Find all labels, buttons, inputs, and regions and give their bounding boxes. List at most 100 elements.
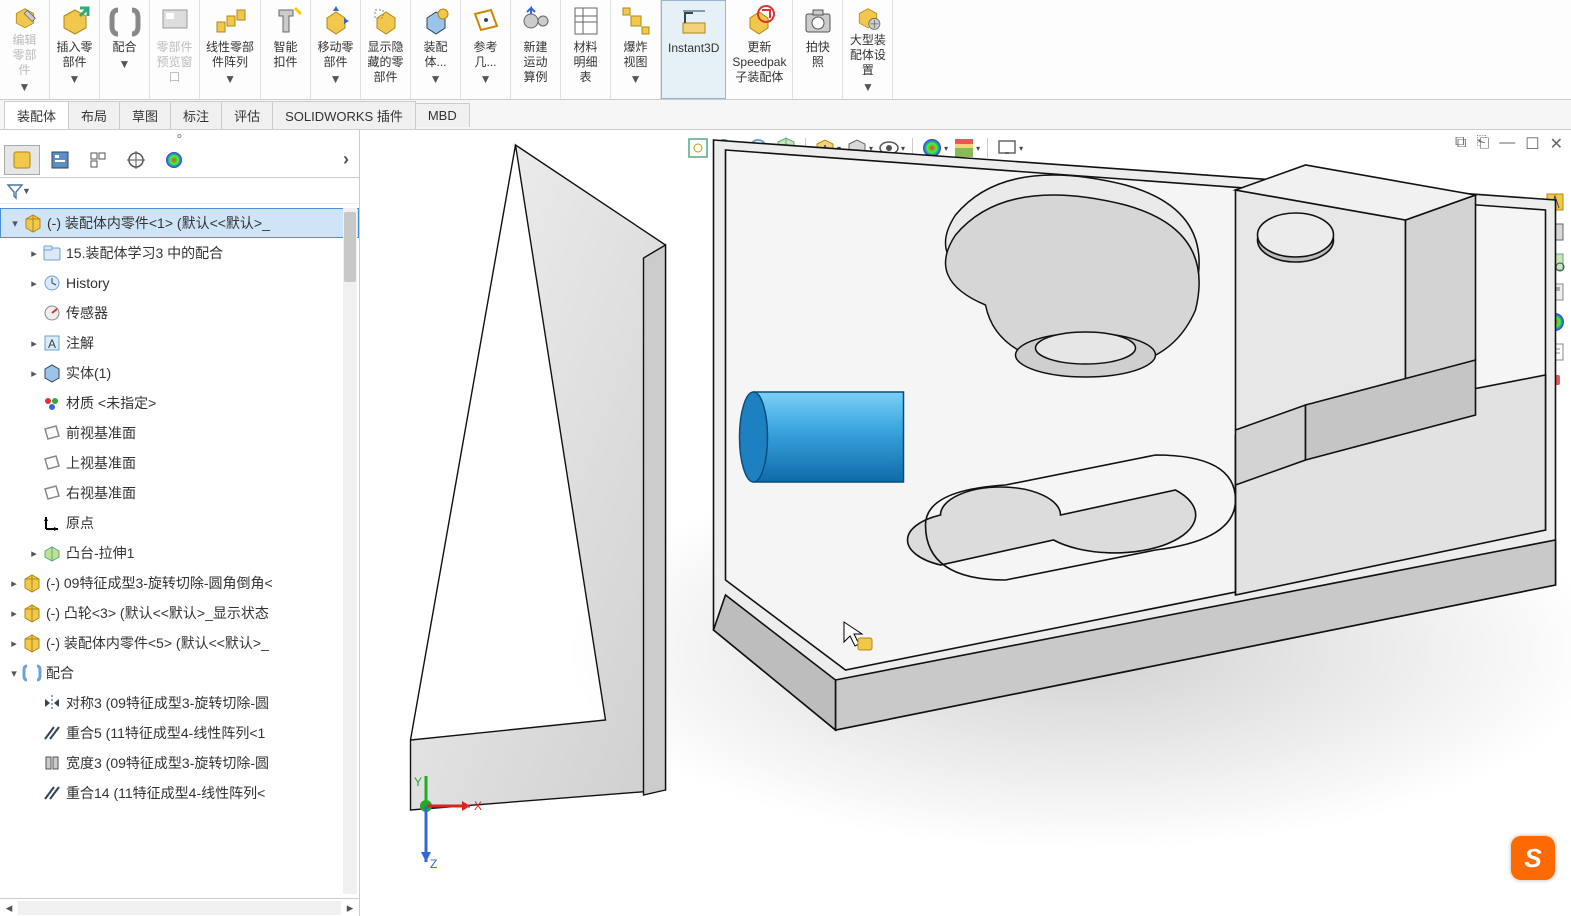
main-area: ∘ › ▼ ▾(-) 装配体内零件<1> (默认<<默认>_▸15.装配体学习3… <box>0 130 1571 916</box>
ribbon-large-assembly[interactable]: 大型装 配体设 置▼ <box>843 0 893 99</box>
part-y-icon <box>22 573 42 593</box>
tab-evaluate[interactable]: 评估 <box>221 101 273 129</box>
tree-hscrollbar[interactable]: ◂ ▸ <box>0 898 359 916</box>
dropdown-icon[interactable]: ▼ <box>480 72 492 87</box>
tree-row[interactable]: ▸(-) 凸轮<3> (默认<<默认>_显示状态 <box>0 598 359 628</box>
scroll-left-icon[interactable]: ◂ <box>0 900 18 916</box>
ribbon-label: 新建 运动 算例 <box>524 40 548 85</box>
tree-row[interactable]: ▸ 凸台-拉伸1 <box>0 538 359 568</box>
ribbon-label: 显示隐 藏的零 部件 <box>368 40 404 85</box>
ribbon-bom[interactable]: 材料 明细 表 <box>561 0 611 99</box>
tree-row[interactable]: 右视基准面 <box>0 478 359 508</box>
tree-row[interactable]: 对称3 (09特征成型3-旋转切除-圆 <box>0 688 359 718</box>
filter-bar[interactable]: ▼ <box>0 178 359 204</box>
tree-row[interactable]: 传感器 <box>0 298 359 328</box>
tree-row[interactable]: ▸实体(1) <box>0 358 359 388</box>
tab-sketch[interactable]: 草图 <box>119 101 171 129</box>
dropdown-icon[interactable]: ▼ <box>430 72 442 87</box>
ribbon-instant3d[interactable]: Instant3D <box>661 0 726 99</box>
tree-row[interactable]: 重合14 (11特征成型4-线性阵列< <box>0 778 359 808</box>
tab-layout[interactable]: 布局 <box>68 101 120 129</box>
tree-row[interactable]: ▸History <box>0 268 359 298</box>
tree-row[interactable]: ▾(-) 装配体内零件<1> (默认<<默认>_ <box>0 208 359 238</box>
tree-row[interactable]: 前视基准面 <box>0 418 359 448</box>
graphics-viewport[interactable]: ▾ A▾ ▾ ▾ ▾ ▾ ▾ ⧉ ⎗ — ☐ ✕ <box>360 130 1571 916</box>
tree-row[interactable]: 重合5 (11特征成型4-线性阵列<1 <box>0 718 359 748</box>
tree-label: 凸台-拉伸1 <box>66 543 134 563</box>
tree-row[interactable]: 上视基准面 <box>0 448 359 478</box>
tab-swaddins[interactable]: SOLIDWORKS 插件 <box>272 101 416 129</box>
tab-mbd[interactable]: MBD <box>415 103 470 127</box>
dropdown-icon[interactable]: ▼ <box>119 57 131 72</box>
twisty-icon[interactable]: ▸ <box>6 607 22 620</box>
ribbon-move-component[interactable]: 移动零 部件 ▼ <box>311 0 361 99</box>
twisty-icon[interactable]: ▸ <box>26 277 42 290</box>
edit-part-icon <box>8 4 42 31</box>
ribbon-component-preview: 零部件 预览窗 口 <box>150 0 200 99</box>
model-view <box>360 130 1571 916</box>
move-component-icon <box>319 4 353 38</box>
dropdown-icon[interactable]: ▼ <box>630 72 642 87</box>
twisty-icon[interactable]: ▸ <box>26 367 42 380</box>
filter-dropdown-icon[interactable]: ▼ <box>22 186 31 196</box>
tree-row[interactable]: ▸A注解 <box>0 328 359 358</box>
twisty-icon[interactable]: ▸ <box>26 247 42 260</box>
ribbon-linear-pattern[interactable]: 线性零部 件阵列▼ <box>200 0 261 99</box>
ribbon-assembly-features[interactable]: 装配 体...▼ <box>411 0 461 99</box>
ribbon-update-speedpak[interactable]: 更新 Speedpak 子装配体 <box>726 0 793 99</box>
ribbon-exploded-view[interactable]: 爆炸 视图▼ <box>611 0 661 99</box>
tree-label: 原点 <box>66 513 94 533</box>
twisty-icon[interactable]: ▾ <box>6 667 22 680</box>
tree-vscrollbar[interactable] <box>343 208 357 894</box>
scroll-right-icon[interactable]: ▸ <box>341 900 359 916</box>
tab-appearance[interactable] <box>156 145 192 175</box>
twisty-icon[interactable]: ▸ <box>26 337 42 350</box>
insert-component-icon <box>58 4 92 38</box>
tree-row[interactable]: ▸15.装配体学习3 中的配合 <box>0 238 359 268</box>
tree-row[interactable]: 原点 <box>0 508 359 538</box>
scroll-thumb[interactable] <box>344 212 356 282</box>
ribbon-label: 移动零 部件 <box>318 40 354 70</box>
dropdown-icon[interactable]: ▼ <box>330 72 342 87</box>
tab-config[interactable] <box>80 145 116 175</box>
dropdown-icon[interactable]: ▼ <box>862 80 874 95</box>
extrude-icon <box>42 543 62 563</box>
tab-property[interactable] <box>42 145 78 175</box>
ribbon-show-hidden[interactable]: 显示隐 藏的零 部件 <box>361 0 411 99</box>
tree-row[interactable]: 宽度3 (09特征成型3-旋转切除-圆 <box>0 748 359 778</box>
tab-dimxpert[interactable] <box>118 145 154 175</box>
tree-label: 右视基准面 <box>66 483 136 503</box>
tab-assembly[interactable]: 装配体 <box>4 101 69 129</box>
ribbon-insert-component[interactable]: 插入零 部件▼ <box>50 0 100 99</box>
tree-label: 重合5 (11特征成型4-线性阵列<1 <box>66 723 265 743</box>
panel-tabs: › <box>0 142 359 178</box>
tab-annotate[interactable]: 标注 <box>170 101 222 129</box>
coinc-icon <box>42 783 62 803</box>
ribbon-smart-fasteners[interactable]: 智能 扣件 <box>261 0 311 99</box>
new-motion-icon <box>519 4 553 38</box>
ribbon-snapshot[interactable]: 拍快 照 <box>793 0 843 99</box>
ribbon-edit-part: 编辑 零部 件▼ <box>0 0 50 99</box>
tree-row[interactable]: ▸(-) 09特征成型3-旋转切除-圆角倒角< <box>0 568 359 598</box>
tree-row[interactable]: 材质 <未指定> <box>0 388 359 418</box>
sym-icon <box>42 693 62 713</box>
dropdown-icon[interactable]: ▼ <box>19 80 31 95</box>
twisty-icon[interactable]: ▸ <box>6 577 22 590</box>
panel-grip[interactable]: ∘ <box>0 130 359 142</box>
tree-row[interactable]: ▸ (-) 装配体内零件<5> (默认<<默认>_ <box>0 628 359 658</box>
panel-collapse-icon[interactable]: › <box>337 149 355 170</box>
twisty-icon[interactable]: ▸ <box>6 637 22 650</box>
ribbon-reference-geometry[interactable]: 参考 几...▼ <box>461 0 511 99</box>
ribbon-new-motion[interactable]: 新建 运动 算例 <box>511 0 561 99</box>
tree-label: (-) 装配体内零件<5> (默认<<默认>_ <box>46 633 269 653</box>
twisty-icon[interactable]: ▾ <box>7 217 23 230</box>
scroll-track[interactable] <box>18 901 341 915</box>
dropdown-icon[interactable]: ▼ <box>69 72 81 87</box>
twisty-icon[interactable]: ▸ <box>26 547 42 560</box>
dropdown-icon[interactable]: ▼ <box>224 72 236 87</box>
ribbon-label: Instant3D <box>668 41 719 56</box>
tab-feature-tree[interactable] <box>4 145 40 175</box>
ribbon-mate[interactable]: 配合▼ <box>100 0 150 99</box>
tree-row[interactable]: ▾配合 <box>0 658 359 688</box>
ime-indicator-icon[interactable]: S <box>1511 836 1555 880</box>
